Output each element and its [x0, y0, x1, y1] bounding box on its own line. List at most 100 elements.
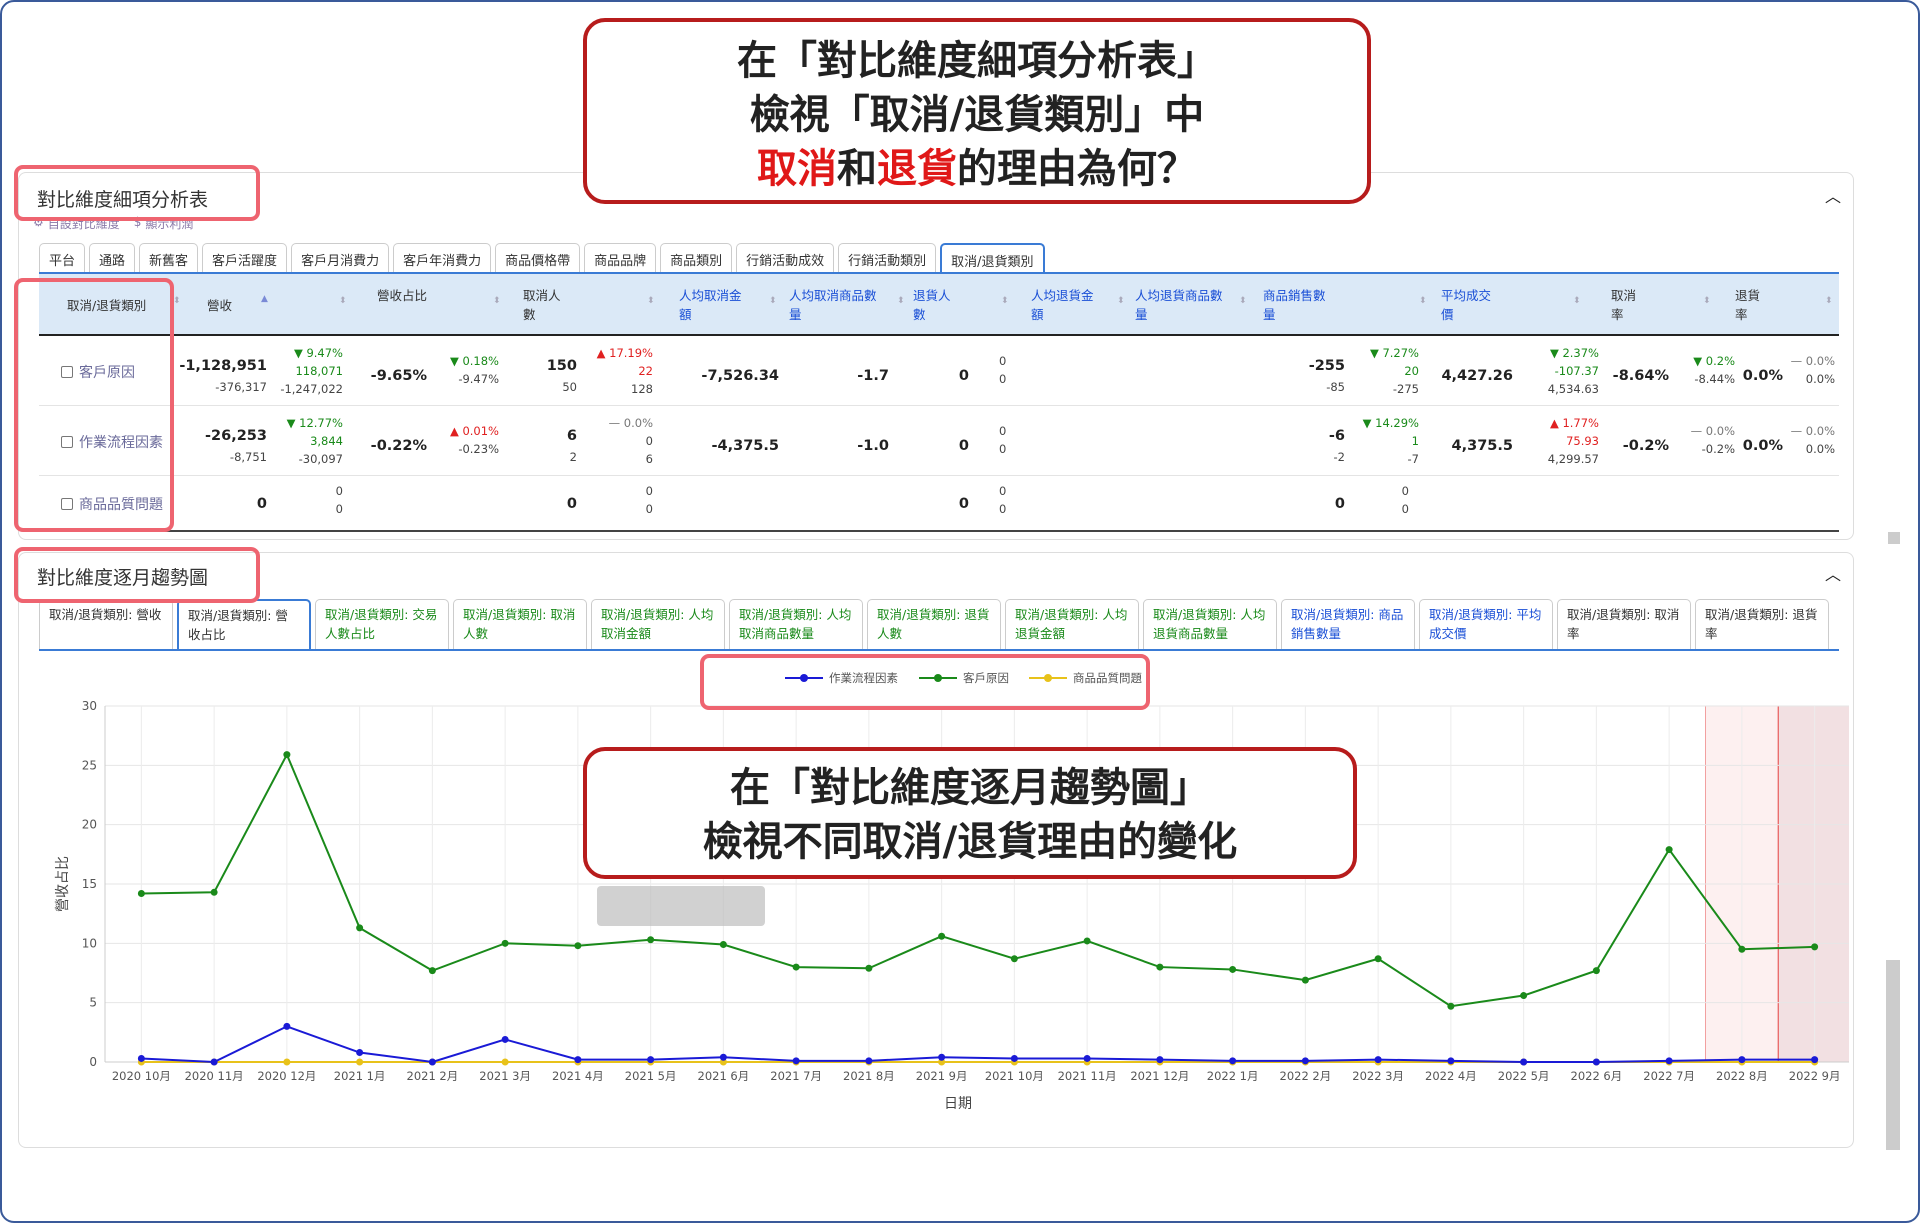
sort-icon[interactable]: ⬍ [897, 296, 905, 306]
sort-icon[interactable]: ⬍ [339, 296, 347, 306]
x-tick-label: 2022 3月 [1352, 1069, 1404, 1083]
sort-icon[interactable]: ⬍ [1117, 296, 1125, 306]
col-cancel-rate[interactable]: 取消率 [1611, 286, 1641, 324]
price-change: ▼ 2.37% [1549, 346, 1599, 360]
revenue-change: ▼ 12.77% [286, 416, 343, 430]
x-tick-label: 2022 2月 [1280, 1069, 1332, 1083]
tab-price-band[interactable]: 商品價格帶 [495, 243, 581, 273]
tab-campaign-result[interactable]: 行銷活動成效 [736, 243, 835, 273]
data-point [428, 967, 436, 975]
scrollbar-thumb[interactable] [1886, 960, 1900, 1150]
sort-icon[interactable]: ⬍ [1825, 296, 1833, 306]
qty-diff: 1 [1411, 434, 1419, 448]
col-revenue[interactable]: 營收 [207, 296, 232, 315]
data-point [1010, 955, 1018, 963]
breakdown-table-panel: 對比維度細項分析表 ︿ ⚙ 自設對比維度 $ 顯示利潤 平台 通路 新舊客 客戶活躍… [18, 172, 1854, 540]
col-share[interactable]: 營收占比 [377, 286, 427, 305]
data-point [792, 963, 800, 971]
tab-avg-price[interactable]: 取消/退貨類別: 平均成交價 [1419, 599, 1553, 649]
avg-cancel-amount: -7,526.34 [701, 368, 779, 384]
tab-campaign-type[interactable]: 行銷活動類別 [838, 243, 937, 273]
tab-avg-return-amount[interactable]: 取消/退貨類別: 人均退貨金額 [1005, 599, 1139, 649]
tab-yearly-spend[interactable]: 客戶年消費力 [393, 243, 492, 273]
qty-change: ▼ 14.29% [1362, 416, 1419, 430]
tab-activity[interactable]: 客戶活躍度 [202, 243, 288, 273]
col-sales-qty[interactable]: 商品銷售數量 [1263, 286, 1335, 324]
cancel-rate-value: -0.2% [1622, 438, 1669, 454]
data-point [1811, 943, 1819, 951]
data-point [792, 1057, 800, 1065]
collapse-icon[interactable]: ︿ [1825, 183, 1841, 207]
tab-underline [39, 649, 1839, 651]
x-tick-label: 2021 2月 [407, 1069, 459, 1083]
col-return-count[interactable]: 退貨人數 [913, 286, 957, 324]
data-point [1374, 1056, 1382, 1064]
tab-category[interactable]: 商品類別 [660, 243, 733, 273]
tab-avg-cancel-qty[interactable]: 取消/退貨類別: 人均取消商品數量 [729, 599, 863, 649]
x-tick-label: 2021 12月 [1130, 1069, 1189, 1083]
col-avg-cancel-amount[interactable]: 人均取消金額 [679, 286, 751, 324]
x-tick-label: 2021 9月 [916, 1069, 968, 1083]
sort-icon[interactable]: ⬍ [493, 296, 501, 306]
data-point [865, 964, 873, 972]
tab-revenue[interactable]: 取消/退貨類別: 營收 [39, 599, 173, 649]
tab-cancel-return[interactable]: 取消/退貨類別 [940, 243, 1045, 273]
data-point [647, 936, 655, 944]
data-point [1665, 1057, 1673, 1065]
data-point [1592, 1058, 1600, 1066]
revenue-prev: -376,317 [215, 380, 267, 394]
sort-icon[interactable]: ⬍ [1703, 296, 1711, 306]
x-tick-label: 2021 3月 [479, 1069, 531, 1083]
col-return-rate[interactable]: 退貨率 [1735, 286, 1765, 324]
sort-icon[interactable]: ⬍ [1573, 296, 1581, 306]
col-avg-price[interactable]: 平均成交價 [1441, 286, 1501, 324]
avg-cancel-qty: -1.7 [857, 368, 889, 384]
return-compare: 0 [999, 442, 1007, 456]
sort-icon[interactable]: ⬍ [1239, 296, 1247, 306]
tab-platform[interactable]: 平台 [39, 243, 86, 273]
tab-channel[interactable]: 通路 [89, 243, 136, 273]
table-row: 作業流程因素 -26,253 -8,751 ▼ 12.77% 3,844 -30… [39, 406, 1839, 476]
tab-revenue-share[interactable]: 取消/退貨類別: 營收占比 [177, 599, 311, 649]
trend-chart[interactable]: 0 5 10 15 20 25 30 2020 10月 2020 11月 2020 12月 2021… [29, 658, 1849, 1138]
tab-monthly-spend[interactable]: 客戶月消費力 [291, 243, 390, 273]
scrollbar-marker[interactable] [1888, 532, 1900, 544]
tab-sales-qty[interactable]: 取消/退貨類別: 商品銷售數量 [1281, 599, 1415, 649]
tab-cancel-count[interactable]: 取消/退貨類別: 取消人數 [453, 599, 587, 649]
cancel-compare: 6 [645, 452, 653, 466]
tab-avg-return-qty[interactable]: 取消/退貨類別: 人均退貨商品數量 [1143, 599, 1277, 649]
y-tick-label: 10 [82, 936, 97, 950]
share-change: ▼ 0.18% [449, 354, 499, 368]
return-compare: 0 [999, 502, 1007, 516]
tab-return-count[interactable]: 取消/退貨類別: 退貨人數 [867, 599, 1001, 649]
tab-new-old-customer[interactable]: 新舊客 [139, 243, 199, 273]
qty-value: 0 [1334, 496, 1345, 512]
data-point [501, 939, 509, 947]
tab-cancel-rate[interactable]: 取消/退貨類別: 取消率 [1557, 599, 1691, 649]
y-tick-label: 30 [82, 699, 97, 713]
col-cancel-count[interactable]: 取消人數 [523, 286, 567, 324]
x-tick-label: 2021 10月 [985, 1069, 1044, 1083]
sort-icon[interactable]: ⬍ [1419, 296, 1427, 306]
tab-avg-cancel-amount[interactable]: 取消/退貨類別: 人均取消金額 [591, 599, 725, 649]
col-avg-cancel-qty[interactable]: 人均取消商品數量 [789, 286, 885, 324]
sort-icon[interactable]: ⬍ [173, 296, 181, 306]
col-avg-return-amount[interactable]: 人均退貨金額 [1031, 286, 1103, 324]
tab-brand[interactable]: 商品品牌 [584, 243, 657, 273]
qty-value: -255 [1308, 358, 1345, 374]
sort-icon[interactable]: ⬍ [1001, 296, 1009, 306]
highlight-trend-title [14, 547, 260, 603]
data-point [574, 942, 582, 950]
highlight-legend [700, 654, 1150, 710]
sort-icon[interactable]: ⬍ [647, 296, 655, 306]
data-point [865, 1057, 873, 1065]
x-tick-label: 2022 5月 [1498, 1069, 1550, 1083]
sort-icon[interactable]: ⬍ [769, 296, 777, 306]
data-point [210, 1058, 218, 1066]
data-point [356, 924, 364, 932]
tab-return-rate[interactable]: 取消/退貨類別: 退貨率 [1695, 599, 1829, 649]
sort-asc-icon[interactable]: ▲ [261, 294, 268, 304]
col-avg-return-qty[interactable]: 人均退貨商品數量 [1135, 286, 1231, 324]
tab-buyer-share[interactable]: 取消/退貨類別: 交易人數占比 [315, 599, 449, 649]
collapse-icon[interactable]: ︿ [1825, 561, 1841, 585]
